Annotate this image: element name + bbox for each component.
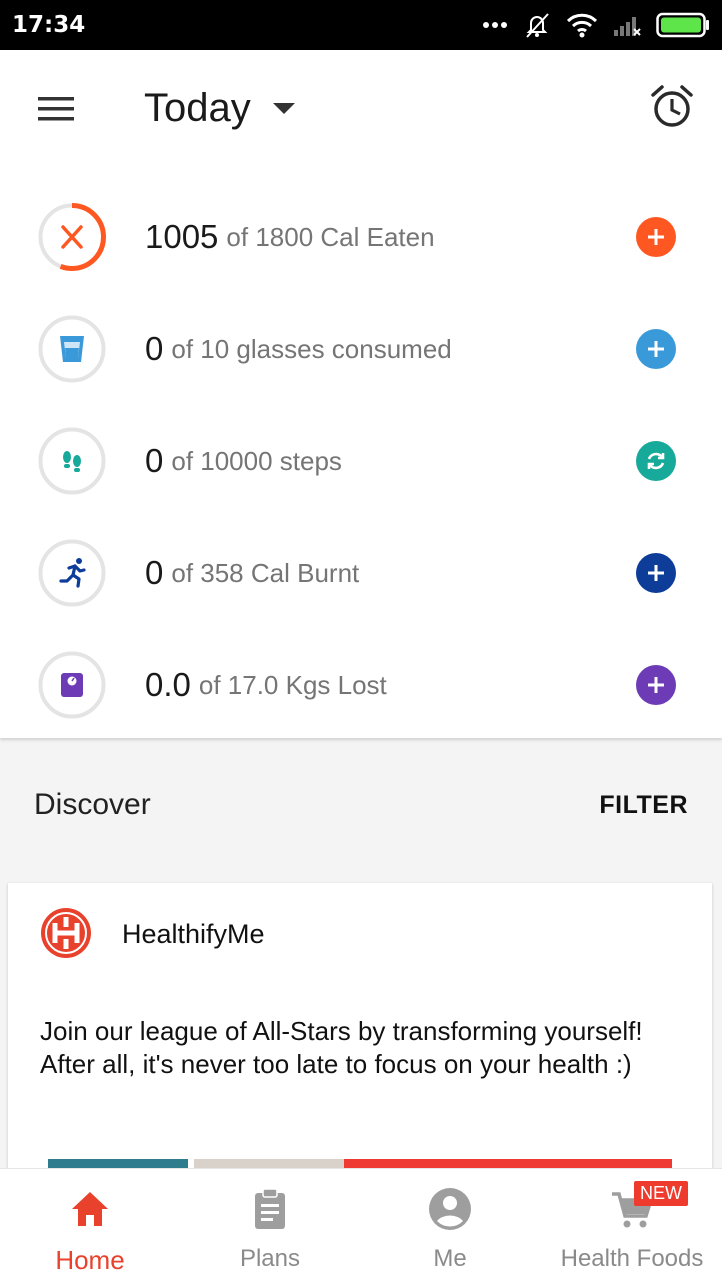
nav-me[interactable]: Me [390, 1169, 510, 1282]
tracker-text-calories-eaten: 1005 of 1800 Cal Eaten [145, 181, 435, 293]
discover-header: Discover FILTER [0, 758, 722, 858]
tracker-row-calories-burnt[interactable]: 0 of 358 Cal Burnt [0, 517, 722, 629]
add-calories-burnt-button[interactable] [636, 553, 676, 593]
steps-progress-ring [38, 427, 106, 495]
bottom-nav: Home Plans Me Health Foods NEW [0, 1168, 722, 1282]
add-water-button[interactable] [636, 329, 676, 369]
silent-vibrate-icon [526, 13, 549, 38]
nav-health-foods[interactable]: Health Foods NEW [552, 1169, 712, 1282]
tracker-suffix: of 10000 steps [171, 445, 342, 476]
caret-down-icon [272, 102, 295, 114]
tracker-text-steps: 0 of 10000 steps [145, 405, 342, 517]
tracker-value: 0 [145, 330, 164, 367]
plus-icon [648, 677, 664, 693]
status-time: 17:34 [12, 12, 86, 38]
tracker-row-weight[interactable]: 0.0 of 17.0 Kgs Lost [0, 629, 722, 741]
tracker-suffix: of 358 Cal Burnt [171, 557, 360, 588]
app-header: Today [0, 50, 722, 165]
discover-title: Discover [34, 788, 151, 821]
nav-label-health-foods: Health Foods [560, 1245, 704, 1272]
tracker-row-water[interactable]: 0 of 10 glasses consumed [0, 293, 722, 405]
plus-icon [648, 565, 664, 581]
status-icons [482, 8, 710, 42]
clipboard-icon [255, 1188, 285, 1229]
hamburger-menu-icon[interactable] [36, 94, 76, 124]
date-label: Today [144, 85, 251, 130]
card-text: Join our league of All-Stars by transfor… [40, 1016, 643, 1079]
water-progress-ring [38, 315, 106, 383]
date-selector[interactable]: Today [144, 84, 295, 132]
healthifyme-logo-icon [41, 908, 91, 958]
nav-plans[interactable]: Plans [210, 1169, 330, 1282]
account-circle-icon [429, 1188, 471, 1230]
weight-progress-ring [38, 651, 106, 719]
tracker-value: 0 [145, 554, 164, 591]
card-author: HealthifyMe [122, 919, 265, 949]
feed-card[interactable]: HealthifyMe Join our league of All-Stars… [8, 883, 712, 1173]
sync-icon [647, 452, 665, 470]
tracker-value: 0 [145, 442, 164, 479]
new-badge: NEW [634, 1181, 688, 1206]
plus-icon [648, 229, 664, 245]
cellular-no-signal-icon [614, 17, 641, 36]
tracker-row-calories-eaten[interactable]: 1005 of 1800 Cal Eaten [0, 181, 722, 293]
glass-icon [60, 336, 84, 362]
tracker-suffix: of 1800 Cal Eaten [226, 221, 435, 252]
tracker-panel: 1005 of 1800 Cal Eaten 0 of 10 glasses c… [0, 165, 722, 738]
calories-eaten-progress-ring [38, 203, 106, 271]
nav-label-me: Me [433, 1245, 467, 1272]
more-dots-icon [483, 22, 507, 28]
tracker-text-calories-burnt: 0 of 358 Cal Burnt [145, 517, 359, 629]
tracker-text-weight: 0.0 of 17.0 Kgs Lost [145, 629, 387, 741]
nav-label-plans: Plans [239, 1245, 301, 1272]
tracker-value: 1005 [145, 218, 219, 255]
status-bar: 17:34 [0, 0, 722, 50]
plus-icon [648, 341, 664, 357]
tracker-value: 0.0 [145, 666, 191, 703]
alarm-clock-icon[interactable] [650, 84, 694, 130]
add-weight-button[interactable] [636, 665, 676, 705]
filter-button[interactable]: FILTER [599, 791, 688, 820]
tracker-suffix: of 10 glasses consumed [171, 333, 452, 364]
sync-steps-button[interactable] [636, 441, 676, 481]
nav-home[interactable]: Home [30, 1169, 150, 1282]
calories-burnt-progress-ring [38, 539, 106, 607]
add-calories-eaten-button[interactable] [636, 217, 676, 257]
tracker-suffix: of 17.0 Kgs Lost [198, 669, 387, 700]
wifi-icon [566, 13, 598, 38]
battery-full-icon [656, 12, 709, 38]
nav-label-home: Home [55, 1245, 125, 1275]
weight-scale-icon [61, 673, 83, 697]
tracker-row-steps[interactable]: 0 of 10000 steps [0, 405, 722, 517]
home-icon [72, 1192, 108, 1226]
tracker-text-water: 0 of 10 glasses consumed [145, 293, 452, 405]
